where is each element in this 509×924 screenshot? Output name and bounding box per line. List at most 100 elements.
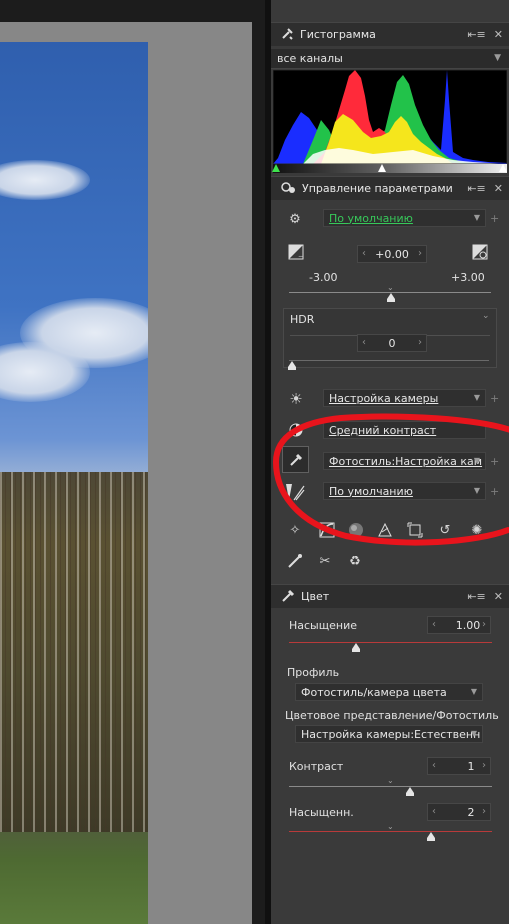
color-saturation2-slider-thumb[interactable]	[427, 832, 435, 841]
contrast-icon[interactable]	[287, 421, 305, 439]
resize-icon[interactable]	[405, 520, 425, 540]
add-wb-button[interactable]: +	[490, 392, 499, 405]
exposure-spinner[interactable]: ‹ +0.00 ›	[357, 245, 427, 263]
brush-icon[interactable]	[285, 551, 305, 571]
exposure-value[interactable]: +0.00	[375, 248, 409, 261]
contrast-value: Средний контраст	[329, 423, 437, 437]
contrast-select[interactable]: Средний контраст	[323, 421, 486, 439]
white-balance-select[interactable]: Настройка камеры ▼	[323, 389, 486, 407]
cloud	[0, 160, 90, 200]
color-space-label: Цветовое представление/Фотостиль	[285, 709, 499, 722]
saturation-slider-thumb[interactable]	[352, 643, 360, 652]
color-saturation2-slider-track[interactable]	[289, 831, 492, 832]
forest-area	[0, 472, 148, 832]
hdr-label: HDR	[290, 313, 315, 326]
lens-value: По умолчанию	[329, 484, 413, 498]
increment-icon[interactable]: ›	[418, 248, 422, 259]
sphere-icon[interactable]	[346, 520, 366, 540]
hdr-slider-thumb[interactable]	[288, 361, 296, 370]
color-title: Цвет	[301, 590, 330, 603]
curves-icon[interactable]	[317, 520, 337, 540]
lens-icon[interactable]	[283, 481, 307, 503]
preset-select[interactable]: По умолчанию ▼	[323, 209, 486, 227]
saturation-value[interactable]: 1.00	[456, 619, 481, 632]
color-contrast-value[interactable]: 1	[468, 760, 475, 773]
decrement-icon[interactable]: ‹	[432, 806, 436, 817]
close-icon[interactable]: ✕	[494, 28, 503, 41]
picture-style-select[interactable]: Фотостиль:Настройка кам ▼	[323, 452, 486, 470]
black-point-handle[interactable]	[272, 164, 280, 172]
decrement-icon[interactable]: ‹	[432, 760, 436, 771]
menu-icon[interactable]: ⇤≡	[467, 182, 485, 195]
color-contrast-spinner[interactable]: ‹ 1 ›	[427, 757, 491, 775]
params-header[interactable]: Управление параметрами ⇤≡ ✕	[271, 176, 509, 200]
exposure-slider-thumb[interactable]	[387, 293, 395, 302]
chevron-down-icon: ▼	[470, 729, 477, 738]
perspective-icon[interactable]	[375, 520, 395, 540]
histogram-header[interactable]: Гистограмма ⇤≡ ✕	[271, 22, 509, 46]
saturation-label: Насыщение	[289, 619, 357, 632]
recycle-icon[interactable]: ♻	[345, 551, 365, 571]
profile-label: Профиль	[287, 666, 340, 679]
eyedropper-icon[interactable]	[282, 446, 309, 473]
decrement-icon[interactable]: ‹	[362, 337, 366, 348]
tone-icon[interactable]: ✧	[285, 520, 305, 540]
sparkle-icon[interactable]: ✺	[467, 520, 487, 540]
white-balance-value: Настройка камеры	[329, 391, 439, 405]
preset-value: По умолчанию	[329, 211, 413, 225]
chevron-down-icon: ▼	[473, 486, 480, 495]
increment-icon[interactable]: ›	[482, 806, 486, 817]
saturation-slider-track[interactable]	[289, 642, 492, 643]
gear-icon[interactable]: ⚙	[286, 210, 304, 228]
decrement-icon[interactable]: ‹	[432, 619, 436, 630]
histogram-level-slider[interactable]	[272, 164, 507, 173]
chevron-down-icon: ▼	[473, 456, 480, 465]
white-point-handle[interactable]	[499, 164, 507, 172]
add-lens-button[interactable]: +	[490, 485, 499, 498]
histogram-channel-select[interactable]: все каналы ▼	[271, 49, 509, 69]
color-contrast-slider-track[interactable]	[289, 786, 492, 787]
increment-icon[interactable]: ›	[482, 760, 486, 771]
color-contrast-slider-thumb[interactable]	[406, 787, 414, 796]
hdr-value[interactable]: 0	[389, 337, 396, 350]
scissors-icon[interactable]: ✂	[315, 551, 335, 571]
color-space-select[interactable]: Настройка камеры:Естественн ▼	[295, 725, 483, 743]
image-viewer[interactable]	[0, 0, 265, 924]
center-tick: ⌄	[387, 283, 394, 292]
saturation-spinner[interactable]: ‹ 1.00 ›	[427, 616, 491, 634]
color-space-value: Настройка камеры:Естественн	[301, 727, 481, 741]
exposure-icon[interactable]: −	[287, 243, 305, 261]
color-header[interactable]: Цвет ⇤≡ ✕	[271, 584, 509, 608]
decrement-icon[interactable]: ‹	[362, 248, 366, 259]
menu-icon[interactable]: ⇤≡	[467, 28, 485, 41]
add-style-button[interactable]: +	[490, 455, 499, 468]
center-tick: ⌄	[387, 822, 394, 831]
increment-icon[interactable]: ›	[418, 337, 422, 348]
increment-icon[interactable]: ›	[482, 619, 486, 630]
histogram-graph	[272, 69, 508, 165]
chevron-down-icon: ▼	[473, 213, 480, 222]
color-saturation2-value[interactable]: 2	[468, 806, 475, 819]
exposure-min-label: -3.00	[309, 271, 338, 284]
auto-exposure-icon[interactable]	[471, 243, 489, 261]
add-preset-button[interactable]: +	[490, 212, 499, 225]
hdr-slider-track[interactable]	[289, 360, 489, 361]
lens-select[interactable]: По умолчанию ▼	[323, 482, 486, 500]
sun-icon[interactable]: ☀	[287, 390, 305, 408]
menu-icon[interactable]: ⇤≡	[467, 590, 485, 603]
color-saturation2-spinner[interactable]: ‹ 2 ›	[427, 803, 491, 821]
hdr-spinner[interactable]: ‹ 0 ›	[357, 334, 427, 352]
close-icon[interactable]: ✕	[494, 590, 503, 603]
color-contrast-label: Контраст	[289, 760, 344, 773]
close-icon[interactable]: ✕	[494, 182, 503, 195]
preview-photo[interactable]	[0, 42, 148, 924]
midpoint-handle[interactable]	[378, 164, 386, 172]
params-title: Управление параметрами	[302, 182, 453, 195]
chevron-down-icon: ▼	[473, 393, 480, 402]
profile-select[interactable]: Фотостиль/камера цвета ▼	[295, 683, 483, 701]
profile-value: Фотостиль/камера цвета	[301, 685, 447, 699]
rotate-icon[interactable]: ↺	[435, 520, 455, 540]
chevron-down-icon[interactable]: ⌄	[482, 311, 490, 321]
svg-text:−: −	[298, 253, 303, 260]
grass-area	[0, 832, 148, 924]
